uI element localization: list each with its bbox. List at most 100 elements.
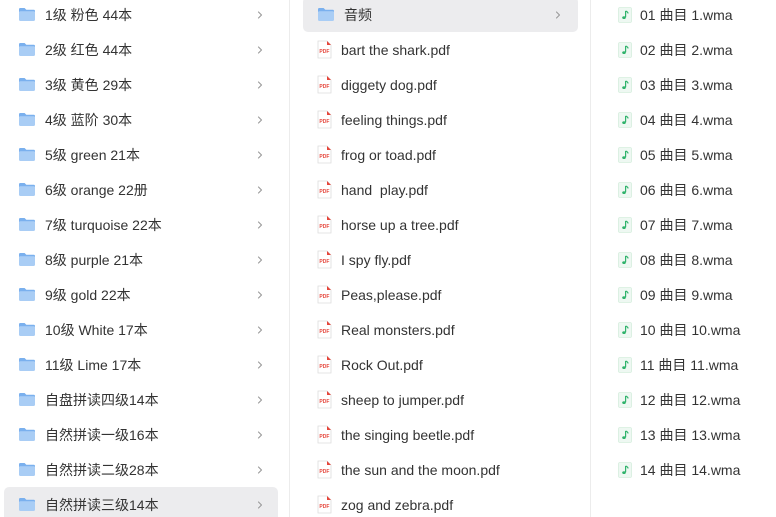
folder-item[interactable]: 自然拼读一级16本 xyxy=(4,417,278,452)
audio-file-item[interactable]: 02 曲目 2.wma xyxy=(603,32,776,67)
folder-icon xyxy=(19,288,35,301)
folder-item[interactable]: 6级 orange 22册 xyxy=(4,172,278,207)
audio-file-item[interactable]: 10 曲目 10.wma xyxy=(603,312,776,347)
pdf-file-item[interactable]: PDF the sun and the moon.pdf xyxy=(303,452,578,487)
pdf-file-item[interactable]: PDF horse up a tree.pdf xyxy=(303,207,578,242)
folder-item[interactable]: 5级 green 21本 xyxy=(4,137,278,172)
folder-column[interactable]: 1级 粉色 44本 2级 红色 44本 3级 黄色 29本 4级 蓝阶 30本 5级 g… xyxy=(0,0,290,517)
item-label: 4级 蓝阶 30本 xyxy=(45,111,133,128)
audio-list: 01 曲目 1.wma 02 曲目 2.wma 03 曲目 3.wma 04 曲目 4… xyxy=(591,0,776,487)
audio-file-item[interactable]: 12 曲目 12.wma xyxy=(603,382,776,417)
svg-text:PDF: PDF xyxy=(319,119,329,125)
svg-text:PDF: PDF xyxy=(319,364,329,370)
pdf-file-item[interactable]: PDF Real monsters.pdf xyxy=(303,312,578,347)
folder-item[interactable]: 自然拼读二级28本 xyxy=(4,452,278,487)
svg-text:PDF: PDF xyxy=(319,84,329,90)
pdf-file-item[interactable]: PDF I spy fly.pdf xyxy=(303,242,578,277)
chevron-right-icon xyxy=(257,430,263,439)
item-label: 7级 turquoise 22本 xyxy=(45,216,162,233)
svg-text:PDF: PDF xyxy=(319,294,329,300)
chevron-right-icon xyxy=(257,360,263,369)
chevron-right-icon xyxy=(257,395,263,404)
pdf-file-item[interactable]: PDF hand play.pdf xyxy=(303,172,578,207)
item-label: diggety dog.pdf xyxy=(341,76,437,93)
pdf-file-item[interactable]: PDF sheep to jumper.pdf xyxy=(303,382,578,417)
chevron-right-icon xyxy=(257,290,263,299)
item-label: 11级 Lime 17本 xyxy=(45,356,142,373)
folder-icon xyxy=(19,498,35,511)
audio-file-icon xyxy=(618,286,632,303)
folder-item[interactable]: 8级 purple 21本 xyxy=(4,242,278,277)
pdf-file-item[interactable]: PDF Peas,please.pdf xyxy=(303,277,578,312)
audio-file-icon xyxy=(618,216,632,233)
audio-file-item[interactable]: 13 曲目 13.wma xyxy=(603,417,776,452)
pdf-file-item[interactable]: PDF Rock Out.pdf xyxy=(303,347,578,382)
folder-item[interactable]: 自盘拼读四级14本 xyxy=(4,382,278,417)
chevron-right-icon xyxy=(257,10,263,19)
pdf-file-item[interactable]: PDF the singing beetle.pdf xyxy=(303,417,578,452)
pdf-file-item[interactable]: PDF bart the shark.pdf xyxy=(303,32,578,67)
folder-icon xyxy=(19,113,35,126)
pdf-file-icon: PDF xyxy=(317,215,332,234)
folder-item[interactable]: 9级 gold 22本 xyxy=(4,277,278,312)
folder-icon xyxy=(19,148,35,161)
pdf-file-icon: PDF xyxy=(317,285,332,304)
item-label: 07 曲目 7.wma xyxy=(640,216,733,233)
folder-item[interactable]: 4级 蓝阶 30本 xyxy=(4,102,278,137)
item-label: 12 曲目 12.wma xyxy=(640,391,741,408)
audio-file-item[interactable]: 09 曲目 9.wma xyxy=(603,277,776,312)
svg-text:PDF: PDF xyxy=(319,399,329,405)
item-label: Real monsters.pdf xyxy=(341,321,455,338)
pdf-file-item[interactable]: PDF feeling things.pdf xyxy=(303,102,578,137)
audio-file-icon xyxy=(618,321,632,338)
audio-file-item[interactable]: 11 曲目 11.wma xyxy=(603,347,776,382)
folder-item[interactable]: 7级 turquoise 22本 xyxy=(4,207,278,242)
pdf-file-item[interactable]: PDF zog and zebra.pdf xyxy=(303,487,578,517)
item-label: 14 曲目 14.wma xyxy=(640,461,741,478)
audio-file-item[interactable]: 04 曲目 4.wma xyxy=(603,102,776,137)
chevron-right-icon xyxy=(257,185,263,194)
item-label: Rock Out.pdf xyxy=(341,356,423,373)
item-label: 04 曲目 4.wma xyxy=(640,111,733,128)
pdf-file-item[interactable]: PDF diggety dog.pdf xyxy=(303,67,578,102)
item-label: 自盘拼读四级14本 xyxy=(45,391,159,408)
pdf-file-icon: PDF xyxy=(317,460,332,479)
item-label: sheep to jumper.pdf xyxy=(341,391,464,408)
audio-file-item[interactable]: 05 曲目 5.wma xyxy=(603,137,776,172)
item-label: 05 曲目 5.wma xyxy=(640,146,733,163)
audio-file-item[interactable]: 01 曲目 1.wma xyxy=(603,0,776,32)
folder-item-audio[interactable]: 音频 xyxy=(303,0,578,32)
audio-file-icon xyxy=(618,111,632,128)
folder-item[interactable]: 2级 红色 44本 xyxy=(4,32,278,67)
audio-file-item[interactable]: 08 曲目 8.wma xyxy=(603,242,776,277)
chevron-right-icon xyxy=(257,465,263,474)
pdf-file-icon: PDF xyxy=(317,355,332,374)
folder-item[interactable]: 自然拼读三级14本 xyxy=(4,487,278,517)
pdf-file-icon: PDF xyxy=(317,250,332,269)
pdf-column[interactable]: 音频 PDF bart the shark.pdf PDF diggety dog.pd… xyxy=(290,0,591,517)
audio-file-item[interactable]: 03 曲目 3.wma xyxy=(603,67,776,102)
item-label: 11 曲目 11.wma xyxy=(640,356,739,373)
folder-icon xyxy=(19,253,35,266)
item-label: 10 曲目 10.wma xyxy=(640,321,741,338)
chevron-right-icon xyxy=(257,45,263,54)
audio-file-item[interactable]: 06 曲目 6.wma xyxy=(603,172,776,207)
folder-item[interactable]: 11级 Lime 17本 xyxy=(4,347,278,382)
item-label: the singing beetle.pdf xyxy=(341,426,475,443)
item-label: feeling things.pdf xyxy=(341,111,447,128)
svg-text:PDF: PDF xyxy=(319,329,329,335)
item-label: 9级 gold 22本 xyxy=(45,286,131,303)
chevron-right-icon xyxy=(257,500,263,509)
pdf-file-item[interactable]: PDF frog or toad.pdf xyxy=(303,137,578,172)
audio-file-icon xyxy=(618,181,632,198)
svg-text:PDF: PDF xyxy=(319,224,329,230)
folder-item[interactable]: 1级 粉色 44本 xyxy=(4,0,278,32)
audio-file-icon xyxy=(618,76,632,93)
item-label: 02 曲目 2.wma xyxy=(640,41,733,58)
pdf-file-icon: PDF xyxy=(317,320,332,339)
folder-item[interactable]: 3级 黄色 29本 xyxy=(4,67,278,102)
audio-column[interactable]: 01 曲目 1.wma 02 曲目 2.wma 03 曲目 3.wma 04 曲目 4… xyxy=(591,0,776,517)
audio-file-item[interactable]: 14 曲目 14.wma xyxy=(603,452,776,487)
audio-file-item[interactable]: 07 曲目 7.wma xyxy=(603,207,776,242)
folder-item[interactable]: 10级 White 17本 xyxy=(4,312,278,347)
